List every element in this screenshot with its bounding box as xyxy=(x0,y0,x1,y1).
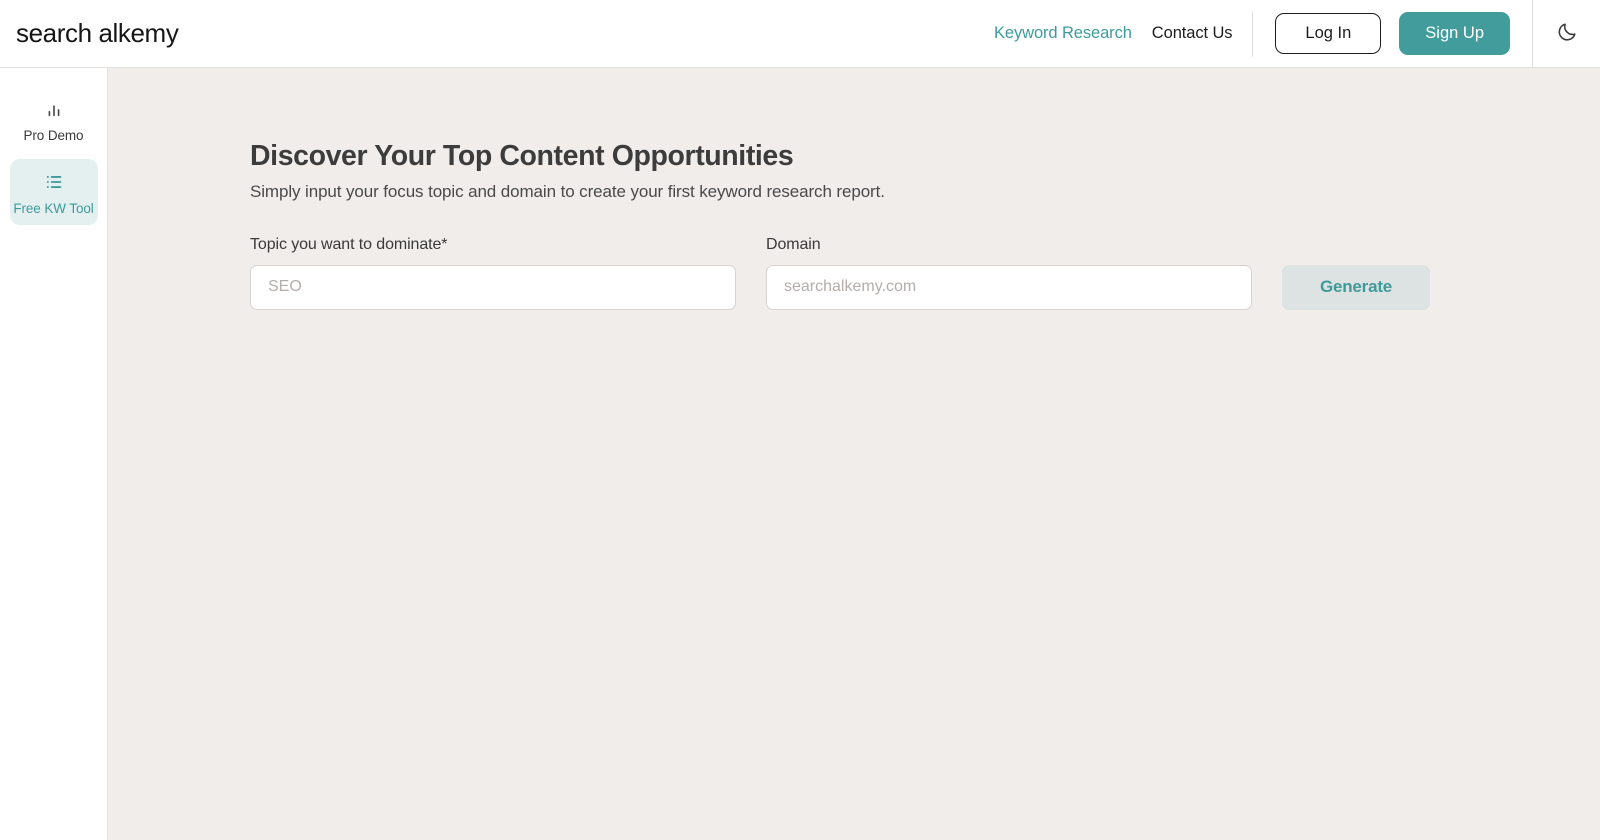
page-title: Discover Your Top Content Opportunities xyxy=(250,140,794,172)
topic-field-group: Topic you want to dominate* xyxy=(250,236,736,310)
domain-field-label: Domain xyxy=(766,235,821,253)
header-right-group: Keyword Research Contact Us Log In Sign … xyxy=(994,0,1600,67)
primary-nav: Keyword Research Contact Us xyxy=(994,24,1252,43)
sidebar-item-pro-demo-label: Pro Demo xyxy=(23,128,84,143)
page-subtitle: Simply input your focus topic and domain… xyxy=(250,181,885,201)
login-button[interactable]: Log In xyxy=(1275,12,1382,55)
domain-input[interactable] xyxy=(766,264,1252,310)
bar-chart-icon xyxy=(43,98,65,120)
theme-toggle-container xyxy=(1532,0,1600,67)
auth-button-group: Log In Sign Up xyxy=(1253,12,1532,55)
nav-link-contact-us[interactable]: Contact Us xyxy=(1152,24,1233,43)
generate-button[interactable]: Generate xyxy=(1282,264,1430,310)
left-sidebar: Pro Demo Free KW Tool xyxy=(0,68,108,840)
list-icon xyxy=(43,171,65,193)
top-header: search alkemy Keyword Research Contact U… xyxy=(0,0,1600,68)
sidebar-item-free-kw-tool[interactable]: Free KW Tool xyxy=(9,158,98,225)
moon-icon xyxy=(1556,21,1578,46)
brand-logo[interactable]: search alkemy xyxy=(16,18,179,49)
sidebar-item-pro-demo[interactable]: Pro Demo xyxy=(10,86,98,153)
keyword-report-form: Topic you want to dominate* Domain Gener… xyxy=(250,236,1600,310)
signup-button[interactable]: Sign Up xyxy=(1399,12,1510,55)
topic-field-label: Topic you want to dominate* xyxy=(250,235,448,253)
nav-link-keyword-research[interactable]: Keyword Research xyxy=(994,24,1132,43)
main-content: Discover Your Top Content Opportunities … xyxy=(108,68,1600,840)
dark-mode-toggle-button[interactable] xyxy=(1550,17,1584,51)
body-row: Pro Demo Free KW Tool Discover Your Top … xyxy=(0,68,1600,840)
app-root: search alkemy Keyword Research Contact U… xyxy=(0,0,1600,840)
sidebar-item-free-kw-tool-label: Free KW Tool xyxy=(13,200,94,216)
topic-input[interactable] xyxy=(250,264,736,310)
domain-field-group: Domain xyxy=(766,236,1252,310)
